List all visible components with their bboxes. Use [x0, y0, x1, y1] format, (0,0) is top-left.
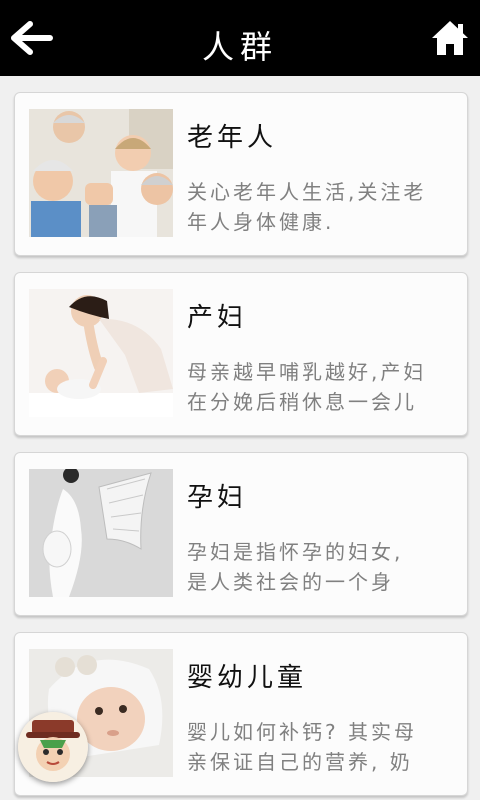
floating-avatar-button[interactable]	[18, 712, 88, 782]
item-description-line1: 婴儿如何补钙? 其实母	[187, 720, 417, 744]
page-title: 人群	[201, 28, 278, 66]
home-icon	[432, 21, 468, 55]
item-description: 孕妇是指怀孕的妇女, 是人类社会的一个身	[187, 537, 455, 597]
item-description-line2: 在分娩后稍休息一会儿	[187, 390, 417, 414]
list-item-elderly[interactable]: 老年人 关心老年人生活,关注老 年人身体健康.	[14, 92, 468, 256]
item-title: 孕妇	[187, 483, 248, 513]
avatar-icon	[18, 712, 88, 782]
pregnant-image	[29, 469, 173, 597]
item-description-line2: 是人类社会的一个身	[187, 570, 394, 594]
item-title: 老年人	[187, 123, 278, 153]
list-item-postpartum[interactable]: 产妇 母亲越早哺乳越好,产妇 在分娩后稍休息一会儿	[14, 272, 468, 436]
item-description-line1: 关心老年人生活,关注老	[187, 180, 427, 204]
category-list: 老年人 关心老年人生活,关注老 年人身体健康. 产妇 母亲越早哺乳越好,产妇 在…	[0, 76, 480, 800]
item-description-line2: 亲保证自己的营养, 奶	[187, 750, 413, 774]
item-description: 母亲越早哺乳越好,产妇 在分娩后稍休息一会儿	[187, 357, 455, 417]
postpartum-image	[29, 289, 173, 417]
item-description-line2: 年人身体健康.	[187, 210, 335, 234]
item-title: 婴幼儿童	[187, 663, 308, 693]
item-description-line1: 孕妇是指怀孕的妇女,	[187, 540, 404, 564]
top-bar: 人群	[0, 0, 480, 76]
home-button[interactable]	[430, 18, 470, 58]
item-description-line1: 母亲越早哺乳越好,产妇	[187, 360, 427, 384]
elderly-image	[29, 109, 173, 237]
item-description: 关心老年人生活,关注老 年人身体健康.	[187, 177, 455, 237]
list-item-infants[interactable]: 婴幼儿童 婴儿如何补钙? 其实母 亲保证自己的营养, 奶	[14, 632, 468, 796]
item-description: 婴儿如何补钙? 其实母 亲保证自己的营养, 奶	[187, 717, 455, 777]
item-title: 产妇	[187, 303, 248, 333]
list-item-pregnant[interactable]: 孕妇 孕妇是指怀孕的妇女, 是人类社会的一个身	[14, 452, 468, 616]
